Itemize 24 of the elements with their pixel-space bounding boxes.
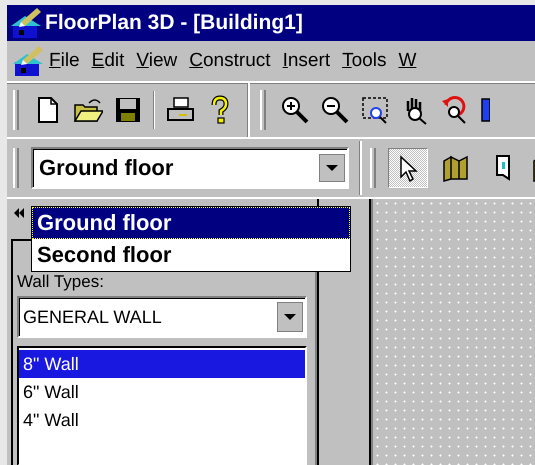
menu-item[interactable]: W [392,50,422,72]
floor-dropdown[interactable]: Ground floor [31,147,349,189]
menu-item[interactable]: Tools [336,50,392,72]
wall-type-dropdown[interactable]: GENERAL WALL [17,296,307,338]
menu-item[interactable]: Edit [86,50,130,72]
menu-item[interactable]: Insert [276,50,336,72]
window-title: FloorPlan 3D - [Building1] [45,11,303,35]
dropdown-arrow-icon[interactable] [319,154,345,182]
field-label: Wall Types: [17,272,105,292]
list-item[interactable]: 6" Wall [19,378,305,406]
app-icon[interactable] [11,8,41,38]
list-item[interactable]: 4" Wall [19,406,305,434]
zoom-out-icon[interactable] [320,95,350,125]
zoom-window-icon[interactable] [360,95,390,125]
dropdown-arrow-icon[interactable] [277,302,303,332]
zoom-in-icon[interactable] [280,95,310,125]
menu-item[interactable]: File [43,50,86,72]
app-icon[interactable] [13,46,43,76]
menu-item[interactable]: View [130,50,184,72]
collapse-icon[interactable] [13,207,25,219]
dropdown-option[interactable]: Ground floor [32,207,350,239]
list-item[interactable]: 8" Wall [19,350,305,378]
menu-item[interactable]: Construct [183,50,277,72]
dropdown-option[interactable]: Second floor [32,239,350,271]
